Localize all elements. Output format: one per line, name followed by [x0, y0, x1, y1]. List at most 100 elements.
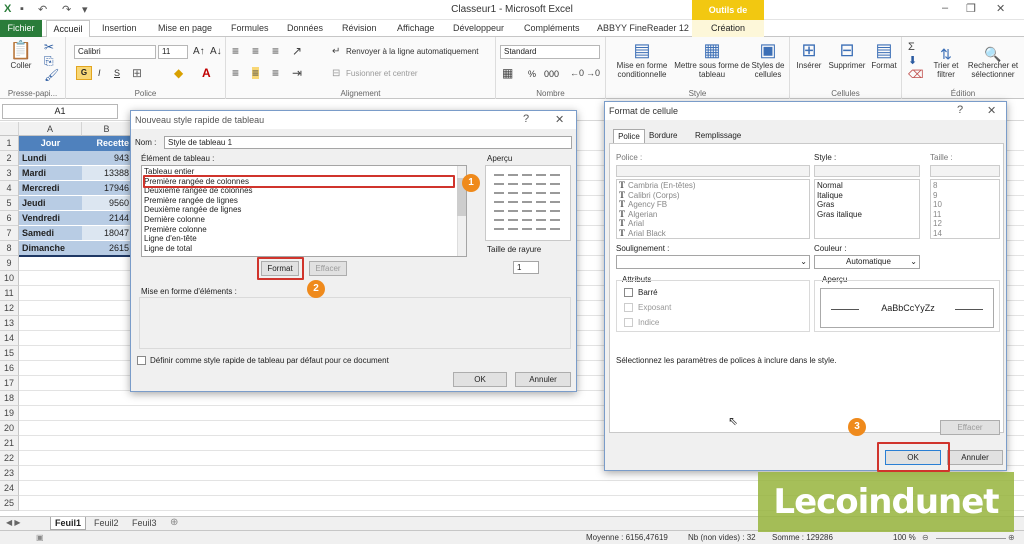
find-select-button[interactable]: 🔍 Rechercher et sélectionner — [964, 47, 1022, 79]
element-list-item[interactable]: Ligne de total — [142, 244, 466, 254]
row-header[interactable]: 19 — [0, 406, 19, 421]
fill-icon[interactable]: ⬇ — [908, 55, 917, 67]
clear-font-button[interactable]: Effacer — [940, 420, 1000, 435]
column-header-a[interactable]: A — [19, 122, 82, 136]
list-item[interactable]: Gras — [817, 200, 834, 210]
zoom-in-icon[interactable]: ⊕ — [1008, 533, 1015, 542]
ok-button[interactable]: OK — [453, 372, 507, 387]
subscript-checkbox[interactable] — [624, 318, 633, 327]
zoom-slider[interactable] — [936, 538, 1006, 539]
row-header[interactable]: 1 — [0, 136, 19, 151]
strikethrough-checkbox[interactable] — [624, 288, 633, 297]
row-header[interactable]: 9 — [0, 256, 19, 271]
table-cell-day[interactable]: Mardi — [19, 166, 82, 181]
copy-icon[interactable]: ⎘ — [44, 55, 54, 67]
font-input[interactable] — [616, 165, 810, 177]
thousands-button[interactable]: 000 — [544, 69, 559, 79]
tab-create[interactable]: Création — [692, 20, 764, 37]
row-header[interactable]: 2 — [0, 151, 19, 166]
row-header[interactable]: 20 — [0, 421, 19, 436]
sort-filter-button[interactable]: ⇅ Trier et filtrer — [926, 47, 966, 79]
select-all-corner[interactable] — [0, 122, 19, 136]
sheet-tab-feuil2[interactable]: Feuil2 — [90, 517, 123, 530]
cancel-button[interactable]: Annuler — [947, 450, 1003, 465]
font-size-select[interactable]: 11 — [158, 45, 188, 59]
table-cell-day[interactable]: Jeudi — [19, 196, 82, 211]
row-header[interactable]: 22 — [0, 451, 19, 466]
row-header[interactable]: 16 — [0, 361, 19, 376]
list-item[interactable]: Gras italique — [817, 210, 862, 220]
row-header[interactable]: 17 — [0, 376, 19, 391]
tab-file[interactable]: Fichier — [0, 20, 42, 37]
grow-font-icon[interactable]: A↑ — [193, 46, 205, 58]
restore-icon[interactable]: ❐ — [966, 2, 976, 15]
element-list-item[interactable]: Première rangée de lignes — [142, 196, 466, 206]
tab-data[interactable]: Données — [287, 23, 323, 33]
table-header-cell[interactable]: Jour — [19, 136, 82, 151]
font-list[interactable]: T Cambria (En-têtes) T Calibri (Corps) T Agen… — [616, 179, 810, 239]
align-bottom-icon[interactable]: ≡ — [272, 45, 279, 57]
element-list-item[interactable]: Dernière colonne — [142, 215, 466, 225]
row-header[interactable]: 4 — [0, 181, 19, 196]
close-icon[interactable]: ✕ — [996, 2, 1005, 15]
list-item[interactable]: 10 — [933, 200, 942, 210]
increase-decimal-icon[interactable]: ←0 — [570, 67, 584, 79]
align-center-icon[interactable]: ≡ — [252, 67, 260, 79]
table-cell-day[interactable]: Vendredi — [19, 211, 82, 226]
macro-record-icon[interactable]: ▣ — [36, 533, 44, 542]
orientation-icon[interactable]: ↗ — [292, 45, 302, 57]
table-cell-day[interactable]: Samedi — [19, 226, 82, 241]
merge-center-button[interactable]: Fusionner et centrer — [346, 69, 418, 78]
table-cell-value[interactable]: 18047 — [82, 226, 132, 241]
row-header[interactable]: 6 — [0, 211, 19, 226]
font-style-list[interactable]: Normal Italique Gras Gras italique — [814, 179, 920, 239]
format-cells-button[interactable]: ▤ Format — [868, 39, 900, 70]
element-list-item[interactable]: Ligne d'en-tête — [142, 234, 466, 244]
cell-styles-button[interactable]: ▣ Styles de cellules — [748, 39, 788, 79]
decrease-decimal-icon[interactable]: →0 — [586, 67, 600, 79]
row-header[interactable]: 3 — [0, 166, 19, 181]
default-style-checkbox[interactable] — [137, 356, 146, 365]
list-item[interactable]: 14 — [933, 229, 942, 239]
list-item[interactable]: 11 — [933, 210, 941, 220]
row-header[interactable]: 24 — [0, 481, 19, 496]
row-header[interactable]: 21 — [0, 436, 19, 451]
table-cell-day[interactable]: Mercredi — [19, 181, 82, 196]
table-cell-value[interactable]: 2144 — [82, 211, 132, 226]
sheet-tab-feuil3[interactable]: Feuil3 — [128, 517, 161, 530]
font-style-input[interactable] — [814, 165, 920, 177]
fill-color-icon[interactable]: ◆ — [174, 67, 183, 79]
row-header[interactable]: 11 — [0, 286, 19, 301]
cut-icon[interactable]: ✂ — [44, 41, 54, 53]
close-icon[interactable]: ✕ — [987, 104, 996, 117]
list-item[interactable]: 8 — [933, 181, 937, 191]
row-header[interactable]: 14 — [0, 331, 19, 346]
underline-button[interactable]: S — [114, 68, 120, 78]
row-header[interactable]: 25 — [0, 496, 19, 511]
bold-button[interactable]: G — [76, 66, 92, 80]
close-icon[interactable]: ✕ — [555, 113, 564, 126]
stripe-size-select[interactable]: 1 — [513, 261, 539, 274]
column-header-b[interactable]: B — [82, 122, 132, 136]
row-header[interactable]: 7 — [0, 226, 19, 241]
table-cell-value[interactable]: 13388 — [82, 166, 132, 181]
tab-police[interactable]: Police — [613, 129, 645, 143]
italic-button[interactable]: I — [98, 68, 101, 78]
tab-remplissage[interactable]: Remplissage — [695, 131, 741, 140]
insert-cells-button[interactable]: ⊞ Insérer — [790, 39, 828, 70]
tab-bordure[interactable]: Bordure — [649, 131, 677, 140]
color-select[interactable]: Automatique ⌄ — [814, 255, 920, 269]
font-size-input[interactable] — [930, 165, 1000, 177]
style-name-input[interactable]: Style de tableau 1 — [164, 136, 572, 149]
row-header[interactable]: 10 — [0, 271, 19, 286]
tab-view[interactable]: Affichage — [397, 23, 434, 33]
row-header[interactable]: 18 — [0, 391, 19, 406]
underline-select[interactable]: ⌄ — [616, 255, 810, 269]
list-item[interactable]: T Arial Black — [619, 228, 666, 239]
row-header[interactable]: 23 — [0, 466, 19, 481]
tab-insert[interactable]: Insertion — [102, 23, 137, 33]
clear-icon[interactable]: ⌫ — [908, 69, 924, 81]
delete-cells-button[interactable]: ⊟ Supprimer — [826, 39, 868, 70]
align-right-icon[interactable]: ≡ — [272, 67, 279, 79]
paste-button[interactable]: 📋 Coller — [6, 39, 36, 70]
